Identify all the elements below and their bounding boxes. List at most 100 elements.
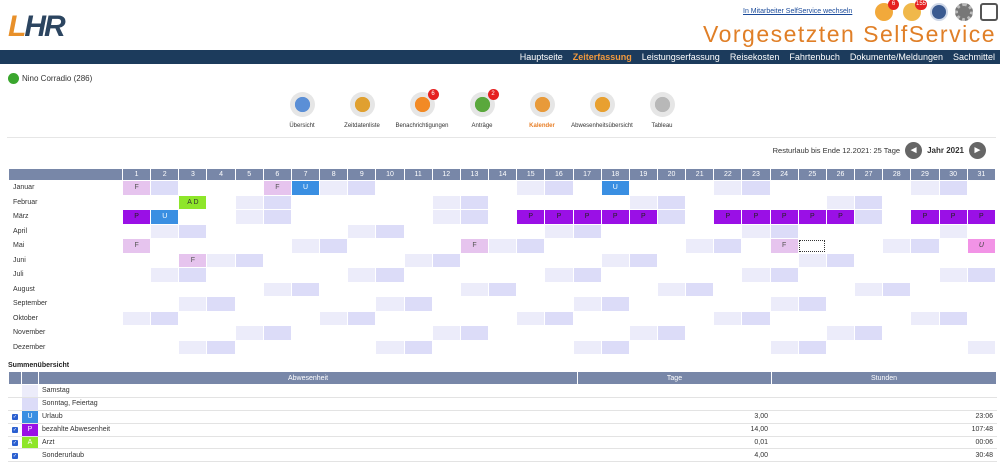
day-cell[interactable] [121, 223, 152, 239]
day-cell[interactable] [262, 223, 292, 239]
day-cell[interactable] [854, 209, 884, 225]
day-cell[interactable] [966, 180, 997, 196]
day-cell[interactable] [741, 194, 771, 210]
day-cell[interactable] [150, 194, 180, 210]
day-cell[interactable] [262, 339, 292, 355]
day-cell[interactable] [150, 339, 180, 355]
day-cell[interactable] [713, 223, 743, 239]
day-cell[interactable] [516, 252, 546, 268]
day-cell[interactable] [262, 267, 292, 283]
day-cell[interactable] [797, 238, 827, 254]
messages-icon[interactable]: 155 [903, 0, 927, 21]
day-cell[interactable] [431, 310, 461, 326]
day-cell[interactable] [206, 194, 236, 210]
day-cell[interactable] [431, 238, 461, 254]
day-cell[interactable]: P [938, 209, 968, 225]
day-cell[interactable] [234, 252, 264, 268]
day-cell[interactable] [825, 296, 856, 312]
day-cell[interactable] [319, 223, 349, 239]
day-cell[interactable] [797, 223, 827, 239]
day-cell[interactable] [685, 194, 715, 210]
day-cell[interactable] [290, 238, 321, 254]
day-cell[interactable] [206, 267, 236, 283]
day-cell[interactable] [572, 180, 602, 196]
day-cell[interactable] [685, 325, 715, 341]
day-cell[interactable]: F [459, 238, 490, 254]
day-cell[interactable] [488, 281, 518, 297]
day-cell[interactable] [769, 252, 799, 268]
day-cell[interactable] [656, 238, 687, 254]
day-cell[interactable] [685, 296, 715, 312]
day-cell[interactable] [403, 252, 433, 268]
day-cell[interactable]: P [628, 209, 658, 225]
day-cell[interactable] [319, 194, 349, 210]
day-cell[interactable] [290, 194, 321, 210]
day-cell[interactable] [375, 238, 405, 254]
day-cell[interactable] [656, 180, 687, 196]
day-cell[interactable] [262, 310, 292, 326]
day-cell[interactable] [206, 223, 236, 239]
day-cell[interactable] [797, 180, 827, 196]
day-cell[interactable]: P [713, 209, 743, 225]
day-cell[interactable] [459, 209, 490, 225]
day-cell[interactable] [375, 252, 405, 268]
day-cell[interactable] [375, 267, 405, 283]
day-cell[interactable] [431, 194, 461, 210]
day-cell[interactable] [910, 238, 940, 254]
day-cell[interactable] [628, 194, 658, 210]
day-cell[interactable] [769, 325, 799, 341]
day-cell[interactable] [825, 238, 856, 254]
day-cell[interactable] [516, 267, 546, 283]
day-cell[interactable] [938, 252, 968, 268]
day-cell[interactable] [234, 180, 264, 196]
day-cell[interactable] [375, 209, 405, 225]
day-cell[interactable]: P [769, 209, 799, 225]
day-cell[interactable] [121, 194, 152, 210]
day-cell[interactable] [825, 194, 856, 210]
day-cell[interactable] [741, 296, 771, 312]
day-cell[interactable] [206, 339, 236, 355]
checkbox-checked-icon[interactable]: ✓ [12, 414, 18, 421]
day-cell[interactable] [488, 339, 518, 355]
day-cell[interactable] [516, 238, 546, 254]
day-cell[interactable] [459, 252, 490, 268]
day-cell[interactable]: A D [178, 194, 208, 210]
day-cell[interactable] [347, 267, 377, 283]
day-cell[interactable] [121, 281, 152, 297]
day-cell[interactable] [572, 267, 602, 283]
next-year-arrow-icon[interactable]: ► [969, 141, 986, 159]
day-cell[interactable] [628, 180, 658, 196]
day-cell[interactable] [882, 325, 912, 341]
day-cell[interactable] [628, 281, 658, 297]
day-cell[interactable] [403, 180, 433, 196]
day-cell[interactable] [375, 180, 405, 196]
day-cell[interactable] [797, 267, 827, 283]
day-cell[interactable] [600, 194, 630, 210]
day-cell[interactable] [572, 238, 602, 254]
day-cell[interactable] [375, 223, 405, 239]
day-cell[interactable] [431, 267, 461, 283]
day-cell[interactable] [459, 223, 490, 239]
day-cell[interactable] [488, 223, 518, 239]
notification-bell-icon[interactable]: 6 [875, 0, 899, 21]
day-cell[interactable] [150, 281, 180, 297]
day-cell[interactable] [290, 325, 321, 341]
day-cell[interactable] [825, 252, 856, 268]
day-cell[interactable] [713, 339, 743, 355]
day-cell[interactable] [685, 310, 715, 326]
day-cell[interactable] [178, 296, 208, 312]
day-cell[interactable] [854, 310, 884, 326]
day-cell[interactable]: F [121, 238, 152, 254]
day-cell[interactable] [150, 296, 180, 312]
day-cell[interactable]: P [966, 209, 997, 225]
day-cell[interactable] [600, 267, 630, 283]
day-cell[interactable] [769, 296, 799, 312]
day-cell[interactable] [854, 238, 884, 254]
day-cell[interactable] [234, 281, 264, 297]
day-cell[interactable] [319, 310, 349, 326]
day-cell[interactable] [572, 339, 602, 355]
day-cell[interactable] [910, 310, 940, 326]
day-cell[interactable] [882, 209, 912, 225]
day-cell[interactable] [403, 223, 433, 239]
day-cell[interactable] [488, 296, 518, 312]
